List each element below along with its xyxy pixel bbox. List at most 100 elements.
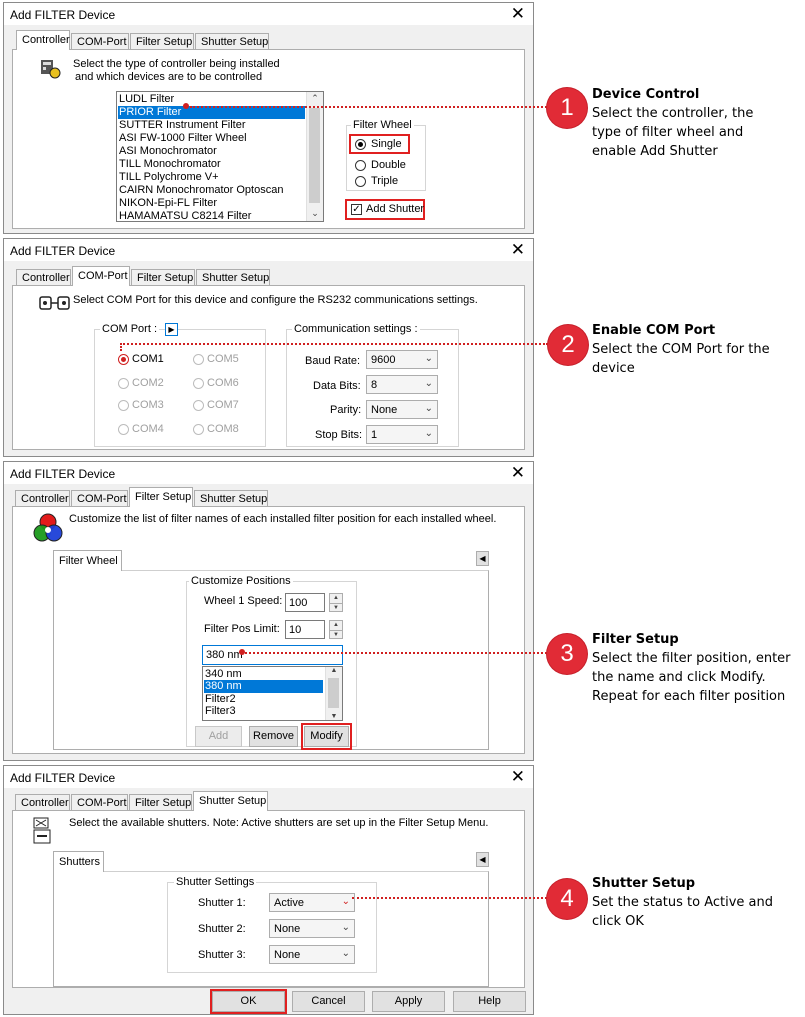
chevron-down-icon: ⌄ [424,353,433,364]
close-icon[interactable]: ✕ [511,463,525,483]
list-item[interactable]: TILL Monochromator [119,158,221,171]
com-port-toggle-button[interactable]: ▶ [165,323,178,336]
wheel-speed-stepper[interactable]: ▲ ▼ [329,593,343,612]
baud-rate-select[interactable]: 9600 ⌄ [366,350,438,369]
shutter-3-select[interactable]: None ⌄ [269,945,355,964]
list-item[interactable]: Filter3 [205,705,236,718]
com1-radio[interactable] [118,354,129,365]
com4-radio[interactable] [118,424,129,435]
list-item[interactable]: ASI FW-1000 Filter Wheel [119,132,247,145]
scroll-down-icon[interactable]: ⌄ [307,208,323,219]
parity-select[interactable]: None ⌄ [366,400,438,419]
com3-radio[interactable] [118,400,129,411]
list-scrollbar[interactable]: ▲ ▼ [325,667,342,720]
help-button[interactable]: Help [453,991,526,1012]
com-port-description: Select COM Port for this device and conf… [73,294,478,306]
com6-radio[interactable] [193,378,204,389]
wheel-speed-input[interactable]: 100 [285,593,325,612]
filter-name-input[interactable]: 380 nm [202,645,343,665]
tab-shutter-setup[interactable]: Shutter Setup [194,490,268,507]
triple-radio[interactable] [355,176,366,187]
callout-line-3 [245,652,547,654]
tab-controller[interactable]: Controller [15,794,70,811]
list-item[interactable]: ASI Monochromator [119,145,217,158]
tab-controller[interactable]: Controller [16,269,71,286]
filter-position-list[interactable]: 340 nm 380 nm Filter2 Filter3 ▲ ▼ [202,666,343,721]
filter-pos-limit-input[interactable]: 10 [285,620,325,639]
data-bits-select[interactable]: 8 ⌄ [366,375,438,394]
close-icon[interactable]: ✕ [511,4,525,24]
cancel-button[interactable]: Cancel [292,991,365,1012]
chevron-down-icon: ⌄ [341,896,350,907]
tab-controller[interactable]: Controller [16,30,70,50]
list-item-selected[interactable]: 380 nm [204,680,323,693]
scroll-up-icon[interactable]: ▲ [326,667,342,674]
shutter-2-select[interactable]: None ⌄ [269,919,355,938]
close-icon[interactable]: ✕ [511,767,525,787]
apply-button[interactable]: Apply [372,991,445,1012]
com8-radio[interactable] [193,424,204,435]
list-item[interactable]: NIKON-Epi-FL Filter [119,197,217,210]
controller-icon [41,60,61,79]
tab-filter-setup[interactable]: Filter Setup [131,269,195,286]
remove-button[interactable]: Remove [249,726,298,747]
subtab-filter-wheel[interactable]: Filter Wheel [53,550,122,571]
shutter-icon [33,817,51,844]
add-button[interactable]: Add [195,726,242,747]
tab-com-port[interactable]: COM-Port [71,490,128,507]
close-icon[interactable]: ✕ [511,240,525,260]
shutter-3-value: None [274,949,301,961]
shutter-1-select[interactable]: Active ⌄ [269,893,355,912]
baud-rate-value: 9600 [371,354,396,366]
stop-bits-select[interactable]: 1 ⌄ [366,425,438,444]
subtab-scroll-left-button[interactable]: ◀ [476,852,489,867]
list-item[interactable]: SUTTER Instrument Filter [119,119,246,132]
step-4-title: Shutter Setup [592,876,696,891]
spin-up-icon[interactable]: ▲ [330,621,342,630]
controller-list[interactable]: LUDL Filter PRIOR Filter SUTTER Instrume… [116,91,324,222]
scroll-up-icon[interactable]: ⌃ [307,93,323,104]
shutter-2-label: Shutter 2: [198,923,246,935]
filter-setup-description: Customize the list of filter names of ea… [69,513,497,525]
scroll-down-icon[interactable]: ▼ [326,713,342,720]
title-bar: Add FILTER Device ✕ [4,766,533,788]
scroll-thumb[interactable] [328,678,339,708]
tab-com-port[interactable]: COM-Port [71,794,128,811]
single-radio[interactable] [355,139,366,150]
filter-pos-limit-value: 10 [289,624,302,636]
double-radio[interactable] [355,160,366,171]
list-item[interactable]: TILL Polychrome V+ [119,171,219,184]
dialog-title: Add FILTER Device [10,244,116,258]
tab-shutter-setup[interactable]: Shutter Setup [193,791,268,811]
tab-filter-setup[interactable]: Filter Setup [129,487,193,507]
tab-shutter-setup[interactable]: Shutter Setup [195,33,269,50]
spin-down-icon[interactable]: ▼ [330,630,342,640]
spin-up-icon[interactable]: ▲ [330,594,342,603]
add-shutter-checkbox[interactable]: ✓ [351,204,362,215]
subtab-shutters[interactable]: Shutters [53,851,104,872]
callout-line-1 [190,106,547,108]
tab-com-port[interactable]: COM-Port [72,266,130,286]
scroll-thumb[interactable] [309,108,320,203]
com5-radio[interactable] [193,354,204,365]
com2-radio[interactable] [118,378,129,389]
filter-pos-limit-stepper[interactable]: ▲ ▼ [329,620,343,639]
tab-filter-setup[interactable]: Filter Setup [130,33,194,50]
controller-description-1: Select the type of controller being inst… [73,58,280,70]
list-item[interactable]: LUDL Filter [119,93,174,106]
com-port-label: COM Port : [100,323,160,335]
list-item[interactable]: CAIRN Monochromator Optoscan [119,184,283,197]
list-scrollbar[interactable]: ⌃ ⌄ [306,92,323,221]
subtab-scroll-left-button[interactable]: ◀ [476,551,489,566]
com7-radio[interactable] [193,400,204,411]
dialog-controller: Add FILTER Device ✕ Controller COM-Port … [3,2,534,234]
callout-line-4 [352,897,547,899]
spin-down-icon[interactable]: ▼ [330,603,342,613]
list-item[interactable]: HAMAMATSU C8214 Filter [119,210,251,221]
tab-shutter-setup[interactable]: Shutter Setup [196,269,270,286]
tab-controller[interactable]: Controller [15,490,70,507]
tab-filter-setup[interactable]: Filter Setup [129,794,192,811]
tab-com-port[interactable]: COM-Port [71,33,129,50]
data-bits-label: Data Bits: [313,380,361,392]
com5-label: COM5 [207,353,239,365]
